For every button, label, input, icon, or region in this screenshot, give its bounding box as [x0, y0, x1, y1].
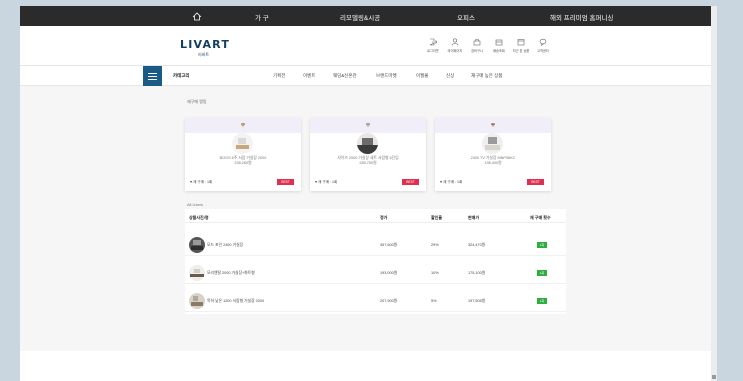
row-rebuy-badge: 1회 [537, 242, 547, 248]
row-discount: 29% [431, 243, 439, 247]
trophy-icon [241, 123, 245, 127]
main-nav: 카테고리 기획전 이벤트 웨딩&신혼관 브랜드마켓 이월몰 신상 재구매 높은 … [20, 65, 711, 86]
table-row[interactable]: 목하 낮은 1200 서랍형 거실장 2000 207,900원 5% 197,… [185, 288, 566, 312]
cart-icon [473, 39, 481, 46]
ranking-card[interactable]: 샤이즈 2000 거실장 세트 서랍형 6단입 285,750원 ♥ 재 구매 … [310, 118, 426, 191]
best-badge: BEST [402, 179, 419, 185]
nav-item-exhibition[interactable]: 기획전 [273, 73, 285, 79]
customer-center-link[interactable]: 고객센터 [532, 38, 554, 53]
topbar-link-furniture[interactable]: 가 구 [255, 12, 269, 22]
row-thumbnail[interactable] [189, 237, 205, 253]
product-price: 285,750원 [359, 161, 377, 165]
nav-item-wedding[interactable]: 웨딩&신혼관 [333, 73, 357, 79]
logout-icon [429, 38, 437, 46]
col-product: 상품사진/명 [189, 215, 209, 220]
col-sale: 판매가 [468, 215, 480, 220]
nav-item-event[interactable]: 이벤트 [303, 73, 315, 79]
row-price: 207,900원 [380, 299, 398, 303]
product-price: 198,400원 [484, 161, 502, 165]
row-product-name[interactable]: 목하 낮은 1200 서랍형 거실장 2000 [207, 299, 264, 304]
logout-link[interactable]: 로그아웃 [422, 38, 444, 53]
site-header: LIVART 리바트 로그아웃 마이페이지 장바구니 배송조회 최근 본 상품 … [20, 26, 711, 65]
row-rebuy-badge: 1회 [537, 298, 547, 304]
top-bar: 가 구 리모델링&시공 오피스 해외 프리미엄 홈퍼니싱 [20, 6, 711, 26]
best-badge: BEST [527, 179, 544, 185]
chat-icon [539, 38, 547, 46]
table-header: 상품사진/명 정가 할인율 판매가 재 구매 횟수 [185, 209, 566, 223]
truck-icon [495, 39, 503, 46]
product-thumbnail[interactable] [357, 133, 378, 154]
rebuy-table: 상품사진/명 정가 할인율 판매가 재 구매 횟수 모드 포인 2400 거실장… [185, 209, 566, 314]
page-scrollbar[interactable] [711, 6, 717, 381]
livart-logo[interactable]: LIVART [180, 38, 230, 51]
row-sale: 175,100원 [468, 271, 486, 275]
ranking-card[interactable]: BOGS 6주 서랍 거실장 2000 238,260원 ♥ 재 구매 : 1회… [185, 118, 301, 191]
browser-viewport: 가 구 리모델링&시공 오피스 해외 프리미엄 홈퍼니싱 LIVART 리바트 … [20, 6, 717, 381]
mypage-link[interactable]: 마이페이지 [444, 38, 466, 53]
product-thumbnail[interactable] [232, 133, 253, 154]
best-badge: BEST [277, 179, 294, 185]
row-price: 193,000원 [380, 271, 398, 275]
row-sale: 197,505원 [468, 299, 486, 303]
nav-category[interactable]: 카테고리 [173, 73, 190, 79]
table-row[interactable]: 모리엔탈 2000 거실장+화트형 193,000원 10% 175,100원 … [185, 260, 566, 284]
topbar-link-office[interactable]: 오피스 [457, 12, 475, 22]
nav-item-outlet[interactable]: 이월몰 [416, 73, 428, 79]
clock-icon [517, 39, 525, 46]
trophy-icon [491, 123, 495, 127]
ranking-title: 재구매 랭킹 [187, 99, 207, 104]
col-rebuy: 재 구매 횟수 [530, 215, 551, 220]
nav-item-brand[interactable]: 브랜드마켓 [376, 73, 397, 79]
row-thumbnail[interactable] [189, 265, 205, 281]
row-product-name[interactable]: 모리엔탈 2000 거실장+화트형 [207, 271, 255, 276]
topbar-link-premium[interactable]: 해외 프리미엄 홈퍼니싱 [550, 12, 613, 22]
row-discount: 5% [431, 299, 437, 303]
livart-logo-sub: 리바트 [198, 52, 210, 57]
page-footer [20, 351, 711, 381]
nav-item-rebuy[interactable]: 재구매 높은 상품 [471, 73, 502, 79]
rebuy-count: ♥ 재 구매 : 1회 [315, 180, 338, 184]
rebuy-count: ♥ 재 구매 : 1회 [440, 180, 463, 184]
row-discount: 10% [431, 271, 439, 275]
table-row[interactable]: 모드 포인 2400 거실장 457,600원 29% 324,470원 1회 [185, 232, 566, 256]
rebuy-count: ♥ 재 구매 : 1회 [190, 180, 213, 184]
cart-link[interactable]: 장바구니 [466, 38, 488, 53]
menu-button[interactable] [143, 66, 162, 86]
row-price: 457,600원 [380, 243, 398, 247]
recent-link[interactable]: 최근 본 상품 [510, 38, 532, 53]
row-sale: 324,470원 [468, 243, 486, 247]
row-thumbnail[interactable] [189, 293, 205, 309]
home-icon[interactable] [192, 11, 202, 21]
scrollbar-thumb[interactable] [712, 375, 716, 379]
hamburger-icon [148, 73, 157, 74]
user-icon [451, 38, 459, 46]
row-product-name[interactable]: 모드 포인 2400 거실장 [207, 243, 243, 248]
col-price: 정가 [380, 215, 388, 220]
topbar-link-remodeling[interactable]: 리모델링&시공 [340, 12, 380, 22]
col-discount: 할인율 [431, 215, 443, 220]
product-price: 238,260원 [234, 161, 252, 165]
all-users-label: All Users [187, 202, 204, 207]
trophy-icon [366, 123, 370, 127]
product-thumbnail[interactable] [482, 133, 503, 154]
row-rebuy-badge: 1회 [537, 270, 547, 276]
ranking-card[interactable]: 2400 TV 거실장 MNP06KC 198,400원 ♥ 재 구매 : 1회… [435, 118, 551, 191]
delivery-link[interactable]: 배송조회 [488, 38, 510, 53]
nav-item-new[interactable]: 신상 [446, 73, 454, 79]
